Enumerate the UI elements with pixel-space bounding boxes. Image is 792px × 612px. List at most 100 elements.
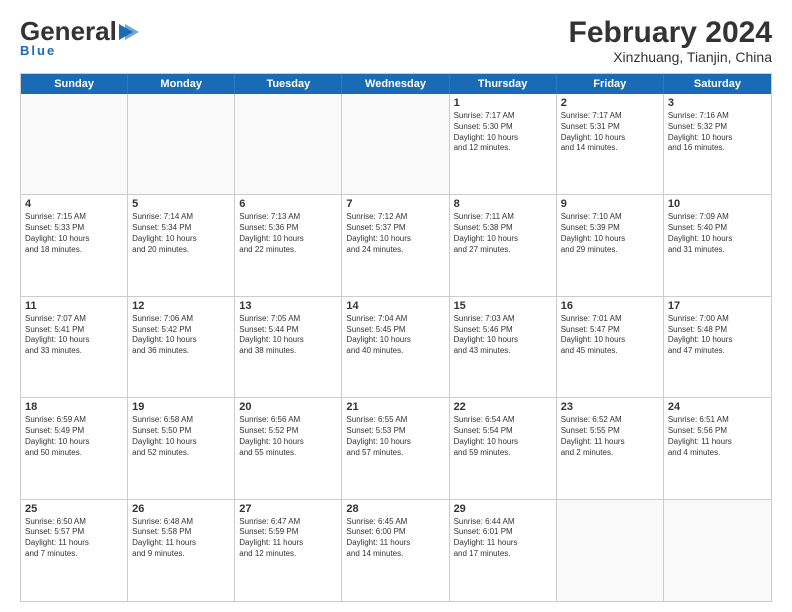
day-number: 13: [239, 300, 337, 312]
calendar-cell: [128, 94, 235, 194]
day-number: 2: [561, 97, 659, 109]
calendar-cell: 7 Sunrise: 7:12 AM Sunset: 5:37 PM Daylig…: [342, 195, 449, 295]
cell-info: Sunrise: 7:12 AM Sunset: 5:37 PM Dayligh…: [346, 212, 444, 255]
calendar-week: 4 Sunrise: 7:15 AM Sunset: 5:33 PM Daylig…: [21, 195, 771, 296]
calendar-cell: 22 Sunrise: 6:54 AM Sunset: 5:54 PM Dayli…: [450, 398, 557, 498]
day-number: 26: [132, 503, 230, 515]
day-number: 21: [346, 401, 444, 413]
cell-info: Sunrise: 7:10 AM Sunset: 5:39 PM Dayligh…: [561, 212, 659, 255]
cell-info: Sunrise: 7:05 AM Sunset: 5:44 PM Dayligh…: [239, 314, 337, 357]
calendar-cell: 9Sunrise: 7:10 AM Sunset: 5:39 PM Daylig…: [557, 195, 664, 295]
header: General Blue February 2024 Xinzhuang, Ti…: [20, 16, 772, 65]
page: General Blue February 2024 Xinzhuang, Ti…: [0, 0, 792, 612]
weekday-header: Sunday: [21, 74, 128, 94]
cell-info: Sunrise: 6:55 AM Sunset: 5:53 PM Dayligh…: [346, 415, 444, 458]
cell-info: Sunrise: 7:00 AM Sunset: 5:48 PM Dayligh…: [668, 314, 767, 357]
calendar-cell: 21 Sunrise: 6:55 AM Sunset: 5:53 PM Dayli…: [342, 398, 449, 498]
calendar-cell: [235, 94, 342, 194]
cell-info: Sunrise: 7:15 AM Sunset: 5:33 PM Dayligh…: [25, 212, 123, 255]
cell-info: Sunrise: 7:17 AM Sunset: 5:31 PM Dayligh…: [561, 111, 659, 154]
weekday-header: Friday: [557, 74, 664, 94]
day-number: 24: [668, 401, 767, 413]
cell-info: Sunrise: 6:50 AM Sunset: 5:57 PM Dayligh…: [25, 517, 123, 560]
weekday-header: Tuesday: [235, 74, 342, 94]
day-number: 6: [239, 198, 337, 210]
day-number: 5: [132, 198, 230, 210]
day-number: 16: [561, 300, 659, 312]
day-number: 19: [132, 401, 230, 413]
day-number: 29: [454, 503, 552, 515]
subtitle: Xinzhuang, Tianjin, China: [569, 49, 772, 65]
cell-info: Sunrise: 6:59 AM Sunset: 5:49 PM Dayligh…: [25, 415, 123, 458]
calendar-cell: 3Sunrise: 7:16 AM Sunset: 5:32 PM Daylig…: [664, 94, 771, 194]
cell-info: Sunrise: 6:54 AM Sunset: 5:54 PM Dayligh…: [454, 415, 552, 458]
cell-info: Sunrise: 6:56 AM Sunset: 5:52 PM Dayligh…: [239, 415, 337, 458]
cell-info: Sunrise: 7:07 AM Sunset: 5:41 PM Dayligh…: [25, 314, 123, 357]
calendar-cell: 10 Sunrise: 7:09 AM Sunset: 5:40 PM Dayli…: [664, 195, 771, 295]
day-number: 14: [346, 300, 444, 312]
day-number: 23: [561, 401, 659, 413]
day-number: 17: [668, 300, 767, 312]
calendar-cell: [664, 500, 771, 601]
day-number: 12: [132, 300, 230, 312]
calendar-body: 1Sunrise: 7:17 AM Sunset: 5:30 PM Daylig…: [21, 94, 771, 601]
calendar-cell: 27 Sunrise: 6:47 AM Sunset: 5:59 PM Dayli…: [235, 500, 342, 601]
day-number: 11: [25, 300, 123, 312]
calendar-cell: 26 Sunrise: 6:48 AM Sunset: 5:58 PM Dayli…: [128, 500, 235, 601]
day-number: 1: [454, 97, 552, 109]
cell-info: Sunrise: 6:58 AM Sunset: 5:50 PM Dayligh…: [132, 415, 230, 458]
weekday-header: Wednesday: [342, 74, 449, 94]
logo-arrow-icon: [119, 22, 141, 42]
day-number: 7: [346, 198, 444, 210]
day-number: 22: [454, 401, 552, 413]
calendar-cell: [342, 94, 449, 194]
calendar-week: 11 Sunrise: 7:07 AM Sunset: 5:41 PM Dayli…: [21, 297, 771, 398]
day-number: 10: [668, 198, 767, 210]
day-number: 25: [25, 503, 123, 515]
calendar-cell: 13 Sunrise: 7:05 AM Sunset: 5:44 PM Dayli…: [235, 297, 342, 397]
day-number: 28: [346, 503, 444, 515]
calendar-cell: 12 Sunrise: 7:06 AM Sunset: 5:42 PM Dayli…: [128, 297, 235, 397]
calendar-week: 25 Sunrise: 6:50 AM Sunset: 5:57 PM Dayli…: [21, 500, 771, 601]
cell-info: Sunrise: 7:01 AM Sunset: 5:47 PM Dayligh…: [561, 314, 659, 357]
cell-info: Sunrise: 7:14 AM Sunset: 5:34 PM Dayligh…: [132, 212, 230, 255]
cell-info: Sunrise: 7:13 AM Sunset: 5:36 PM Dayligh…: [239, 212, 337, 255]
day-number: 3: [668, 97, 767, 109]
cell-info: Sunrise: 6:48 AM Sunset: 5:58 PM Dayligh…: [132, 517, 230, 560]
cell-info: Sunrise: 6:45 AM Sunset: 6:00 PM Dayligh…: [346, 517, 444, 560]
calendar-cell: 6 Sunrise: 7:13 AM Sunset: 5:36 PM Daylig…: [235, 195, 342, 295]
calendar-cell: 19 Sunrise: 6:58 AM Sunset: 5:50 PM Dayli…: [128, 398, 235, 498]
calendar-cell: 28 Sunrise: 6:45 AM Sunset: 6:00 PM Dayli…: [342, 500, 449, 601]
calendar-cell: 11 Sunrise: 7:07 AM Sunset: 5:41 PM Dayli…: [21, 297, 128, 397]
cell-info: Sunrise: 7:04 AM Sunset: 5:45 PM Dayligh…: [346, 314, 444, 357]
calendar-cell: 2 Sunrise: 7:17 AM Sunset: 5:31 PM Daylig…: [557, 94, 664, 194]
calendar-cell: 15Sunrise: 7:03 AM Sunset: 5:46 PM Dayli…: [450, 297, 557, 397]
cell-info: Sunrise: 6:51 AM Sunset: 5:56 PM Dayligh…: [668, 415, 767, 458]
calendar-week: 1Sunrise: 7:17 AM Sunset: 5:30 PM Daylig…: [21, 94, 771, 195]
calendar-cell: 8Sunrise: 7:11 AM Sunset: 5:38 PM Daylig…: [450, 195, 557, 295]
cell-info: Sunrise: 6:47 AM Sunset: 5:59 PM Dayligh…: [239, 517, 337, 560]
calendar-cell: 5 Sunrise: 7:14 AM Sunset: 5:34 PM Daylig…: [128, 195, 235, 295]
weekday-header: Monday: [128, 74, 235, 94]
cell-info: Sunrise: 6:52 AM Sunset: 5:55 PM Dayligh…: [561, 415, 659, 458]
calendar-cell: 24 Sunrise: 6:51 AM Sunset: 5:56 PM Dayli…: [664, 398, 771, 498]
calendar-cell: 29Sunrise: 6:44 AM Sunset: 6:01 PM Dayli…: [450, 500, 557, 601]
calendar-cell: 16 Sunrise: 7:01 AM Sunset: 5:47 PM Dayli…: [557, 297, 664, 397]
cell-info: Sunrise: 7:06 AM Sunset: 5:42 PM Dayligh…: [132, 314, 230, 357]
day-number: 4: [25, 198, 123, 210]
weekday-header: Saturday: [664, 74, 771, 94]
day-number: 15: [454, 300, 552, 312]
calendar-cell: [21, 94, 128, 194]
day-number: 27: [239, 503, 337, 515]
calendar-cell: [557, 500, 664, 601]
cell-info: Sunrise: 7:11 AM Sunset: 5:38 PM Dayligh…: [454, 212, 552, 255]
logo-blue: Blue: [20, 43, 56, 58]
main-title: February 2024: [569, 16, 772, 49]
calendar-cell: 4 Sunrise: 7:15 AM Sunset: 5:33 PM Daylig…: [21, 195, 128, 295]
calendar-cell: 23 Sunrise: 6:52 AM Sunset: 5:55 PM Dayli…: [557, 398, 664, 498]
calendar-cell: 14 Sunrise: 7:04 AM Sunset: 5:45 PM Dayli…: [342, 297, 449, 397]
day-number: 20: [239, 401, 337, 413]
calendar-cell: 17 Sunrise: 7:00 AM Sunset: 5:48 PM Dayli…: [664, 297, 771, 397]
cell-info: Sunrise: 7:09 AM Sunset: 5:40 PM Dayligh…: [668, 212, 767, 255]
calendar-week: 18Sunrise: 6:59 AM Sunset: 5:49 PM Dayli…: [21, 398, 771, 499]
